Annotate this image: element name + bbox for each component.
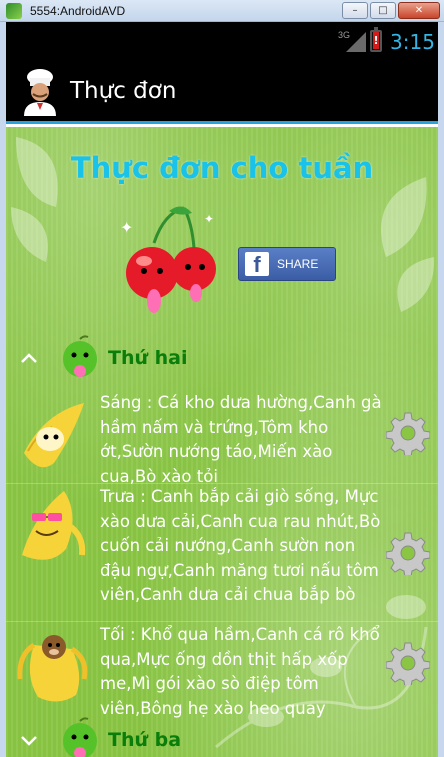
day-header-tuesday[interactable]: Thứ ba	[6, 717, 438, 757]
facebook-icon: f	[245, 252, 269, 276]
action-bar: Thực đơn	[6, 60, 438, 124]
gear-icon[interactable]	[386, 641, 430, 685]
page-heading: Thực đơn cho tuần	[70, 151, 374, 185]
meal-description: Sáng : Cá kho dưa hường,Canh gà hầm nấm …	[100, 393, 382, 486]
cherry-icon: ✦ ✦	[120, 206, 216, 313]
meal-row-breakfast[interactable]: Sáng : Cá kho dưa hường,Canh gà hầm nấm …	[6, 389, 438, 486]
chef-icon[interactable]	[20, 68, 60, 116]
chevron-down-icon[interactable]	[20, 731, 38, 749]
leaf-decoration-icon	[11, 137, 58, 262]
share-label: SHARE	[277, 257, 319, 271]
day-header-monday[interactable]: Thứ hai	[6, 335, 438, 383]
row-divider	[6, 621, 438, 622]
window-titlebar: 5554:AndroidAVD – □ ✕	[0, 0, 444, 22]
window-frame-right	[438, 22, 444, 757]
apple-icon	[63, 335, 97, 377]
facebook-share-button[interactable]: f SHARE	[238, 247, 336, 281]
battery-icon: !	[370, 27, 382, 52]
banana-monkey-icon	[17, 635, 88, 702]
svg-text:✦: ✦	[204, 212, 214, 226]
gear-icon[interactable]	[386, 411, 430, 455]
day-label: Thứ hai	[108, 347, 188, 369]
banana-icon	[24, 403, 84, 468]
menu-content: Thực đơn cho tuần ✦ ✦ f SHARE Thứ hai Sá…	[6, 127, 438, 757]
emulator-logo-icon	[6, 2, 22, 19]
meal-description: Tối : Khổ qua hầm,Canh cá rô khổ qua,Mực…	[100, 625, 380, 718]
meal-description: Trưa : Canh bắp cải giò sống, Mực xào dư…	[100, 487, 381, 604]
apple-icon	[63, 717, 97, 757]
meal-row-lunch[interactable]: Trưa : Canh bắp cải giò sống, Mực xào dư…	[6, 485, 438, 619]
chevron-up-icon[interactable]	[20, 349, 38, 367]
day-label: Thứ ba	[108, 729, 182, 751]
status-bar: 3G ! 3:15	[6, 22, 438, 60]
meal-row-dinner[interactable]: Tối : Khổ qua hầm,Canh cá rô khổ qua,Mực…	[6, 623, 438, 718]
action-bar-title: Thực đơn	[70, 78, 177, 104]
gear-icon[interactable]	[386, 531, 430, 575]
leaf-decoration-icon	[381, 177, 435, 312]
maximize-button[interactable]: □	[370, 2, 396, 19]
row-divider	[6, 483, 438, 484]
signal-icon	[346, 32, 366, 52]
minimize-button[interactable]: –	[342, 2, 368, 19]
window-controls: – □ ✕	[342, 2, 440, 19]
window-title: 5554:AndroidAVD	[30, 3, 126, 18]
svg-text:✦: ✦	[120, 218, 133, 237]
close-button[interactable]: ✕	[398, 2, 440, 19]
banana-sunglasses-icon	[22, 491, 86, 560]
status-clock: 3:15	[390, 30, 435, 54]
